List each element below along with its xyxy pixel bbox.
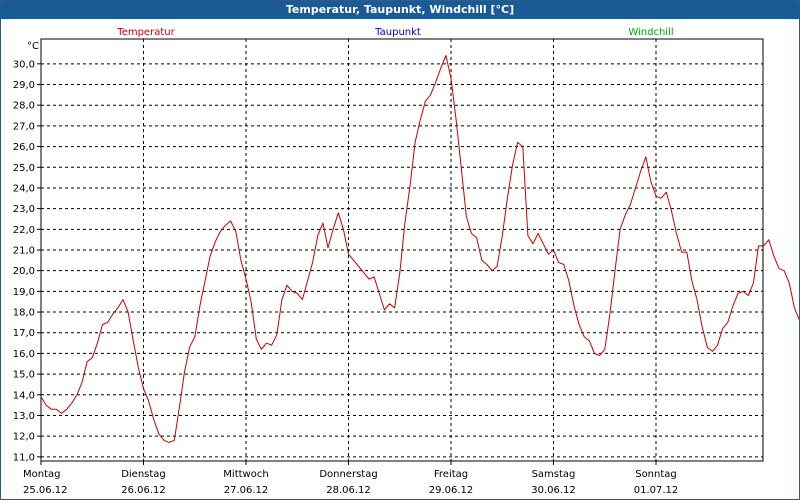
y-tick-label: 30,0 <box>13 59 35 70</box>
y-tick-label: 27,0 <box>13 121 35 132</box>
x-tick-day-label: Mittwoch <box>223 469 268 480</box>
x-tick-date-label: 27.06.12 <box>224 485 269 496</box>
series-line-temperatur <box>40 55 799 443</box>
x-tick-day-label: Freitag <box>434 469 468 480</box>
y-tick-label: 23,0 <box>13 204 35 215</box>
y-tick-label: 14,0 <box>13 390 35 401</box>
x-tick-date-label: 30.06.12 <box>531 485 576 496</box>
y-axis-unit-label: °C <box>27 41 39 52</box>
legend: Temperatur Taupunkt Windchill <box>116 27 673 38</box>
grid-layer <box>37 39 763 465</box>
x-tick-day-label: Montag <box>23 469 60 480</box>
x-tick-date-label: 29.06.12 <box>429 485 474 496</box>
x-tick-day-label: Samstag <box>532 469 576 480</box>
legend-entry: Temperatur <box>116 27 175 38</box>
y-tick-label: 21,0 <box>13 246 35 257</box>
legend-entry: Windchill <box>628 27 673 38</box>
series-layer <box>40 55 799 443</box>
y-tick-label: 11,0 <box>13 452 35 463</box>
y-tick-label: 25,0 <box>13 163 35 174</box>
x-tick-date-label: 01.07.12 <box>634 485 679 496</box>
chart-window: Temperatur, Taupunkt, Windchill [°C] 11,… <box>0 0 800 500</box>
y-tick-label: 24,0 <box>13 183 35 194</box>
y-tick-label: 15,0 <box>13 370 35 381</box>
x-tick-day-label: Donnerstag <box>319 469 377 480</box>
y-tick-label: 16,0 <box>13 349 35 360</box>
y-tick-label: 28,0 <box>13 101 35 112</box>
x-axis-ticks: Montag 25.06.12 Dienstag 26.06.12 Mittwoch 27… <box>23 469 678 496</box>
y-tick-label: 18,0 <box>13 308 35 319</box>
x-tick-day-label: Dienstag <box>121 469 166 480</box>
y-tick-label: 13,0 <box>13 411 35 422</box>
y-tick-label: 19,0 <box>13 287 35 298</box>
y-tick-label: 20,0 <box>13 266 35 277</box>
chart-svg: 11,0 12,0 13,0 14,0 15,0 16,0 17,0 18,0 19,0 20,0… <box>13 27 799 496</box>
y-tick-label: 29,0 <box>13 80 35 91</box>
legend-entry: Taupunkt <box>374 27 421 38</box>
y-tick-label: 22,0 <box>13 225 35 236</box>
x-tick-date-label: 26.06.12 <box>121 485 166 496</box>
x-tick-day-label: Sonntag <box>635 469 677 480</box>
x-tick-date-label: 25.06.12 <box>23 485 68 496</box>
y-tick-label: 17,0 <box>13 328 35 339</box>
y-tick-label: 12,0 <box>13 432 35 443</box>
x-tick-date-label: 28.06.12 <box>326 485 371 496</box>
y-axis-ticks: 11,0 12,0 13,0 14,0 15,0 16,0 17,0 18,0 19,0 20,0… <box>13 59 35 463</box>
y-tick-label: 26,0 <box>13 142 35 153</box>
